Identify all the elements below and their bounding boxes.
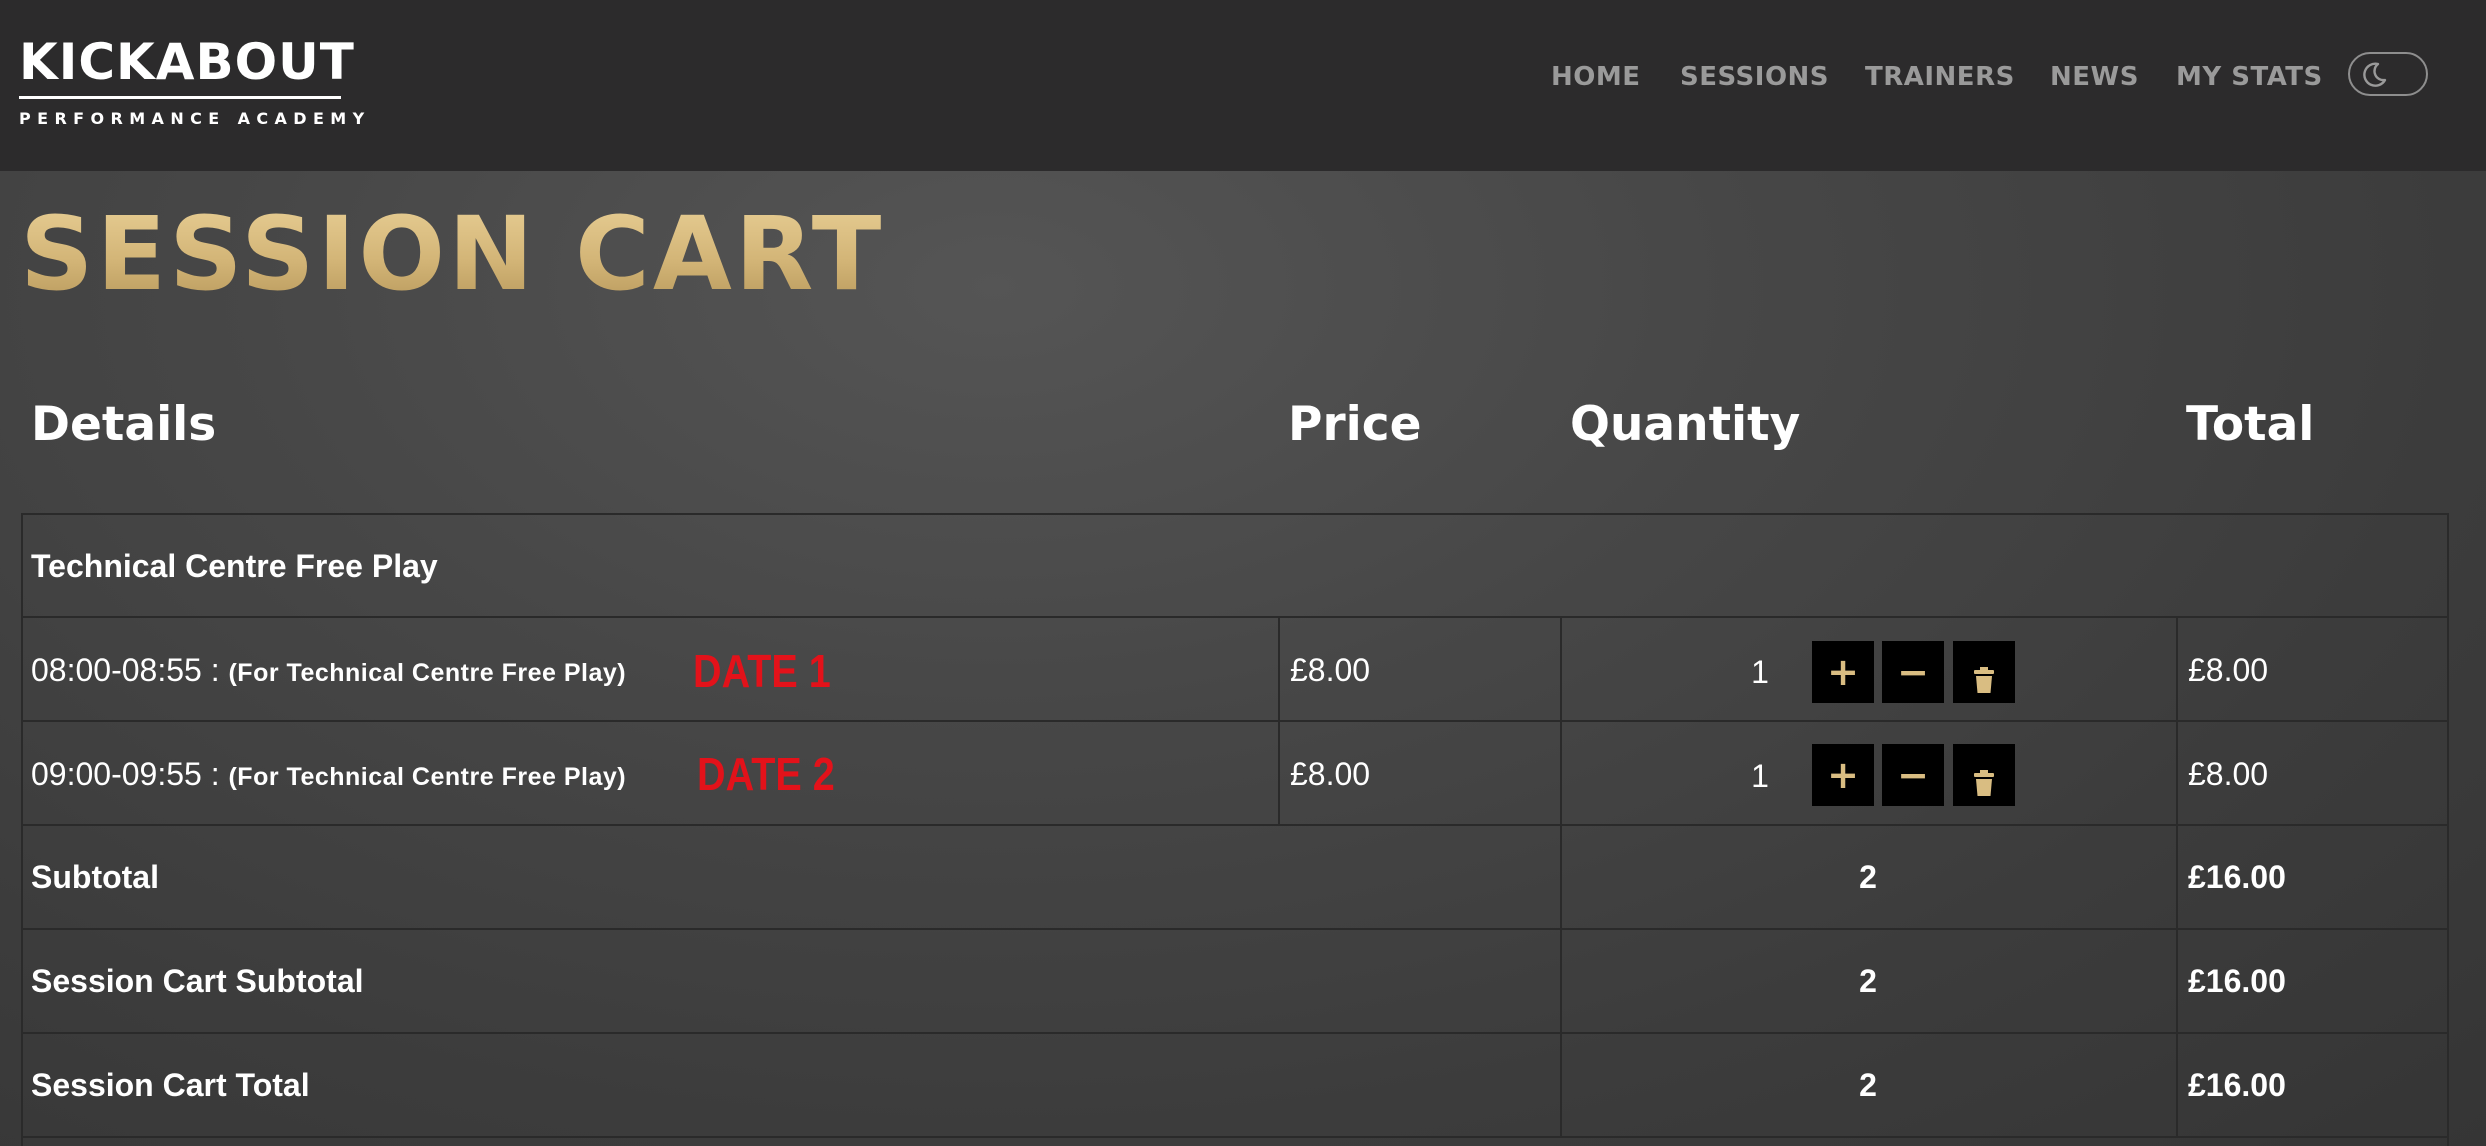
session-group-title: Technical Centre Free Play bbox=[31, 548, 438, 584]
plus-icon: + bbox=[1827, 650, 1859, 694]
column-header-total: Total bbox=[2186, 397, 2315, 452]
minus-icon: − bbox=[1897, 753, 1929, 797]
summary-label: Session Cart Total bbox=[31, 1067, 310, 1103]
summary-total: £16.00 bbox=[2188, 1067, 2286, 1103]
summary-quantity: 2 bbox=[1859, 1067, 1877, 1103]
session-time: 08:00-08:55 : (For Technical Centre Free… bbox=[31, 650, 626, 693]
row-price: £8.00 bbox=[1290, 652, 1371, 688]
site-header: KICKABOUT PERFORMANCE ACADEMY HOME SESSI… bbox=[0, 0, 2486, 171]
brand-tagline: PERFORMANCE ACADEMY bbox=[19, 109, 371, 128]
summary-total: £16.00 bbox=[2188, 963, 2286, 999]
table-divider bbox=[1560, 617, 1562, 1137]
row-price: £8.00 bbox=[1290, 756, 1371, 792]
row-total: £8.00 bbox=[2188, 652, 2269, 688]
nav-news[interactable]: NEWS bbox=[2050, 62, 2139, 98]
brand-name: KICKABOUT bbox=[19, 33, 355, 91]
session-time-range: 08:00-08:55 : bbox=[31, 652, 220, 688]
cart-table bbox=[21, 514, 2449, 1146]
table-divider bbox=[21, 824, 2449, 826]
row-quantity: 1 bbox=[1751, 654, 1769, 690]
nav-sessions[interactable]: SESSIONS bbox=[1680, 62, 1829, 98]
column-header-quantity: Quantity bbox=[1570, 397, 1801, 452]
session-time: 09:00-09:55 : (For Technical Centre Free… bbox=[31, 754, 626, 797]
row-total: £8.00 bbox=[2188, 756, 2269, 792]
trash-icon bbox=[1974, 770, 1994, 796]
row-quantity: 1 bbox=[1751, 758, 1769, 794]
nav-trainers[interactable]: TRAINERS bbox=[1865, 62, 2015, 98]
summary-quantity: 2 bbox=[1859, 963, 1877, 999]
plus-icon: + bbox=[1827, 753, 1859, 797]
nav-home[interactable]: HOME bbox=[1551, 62, 1641, 98]
session-name: (For Technical Centre Free Play) bbox=[228, 763, 627, 791]
minus-icon: − bbox=[1897, 650, 1929, 694]
table-divider bbox=[21, 1136, 2449, 1138]
date-annotation: DATE 2 bbox=[697, 748, 835, 800]
remove-item-button[interactable] bbox=[1953, 641, 2015, 703]
column-header-details: Details bbox=[31, 397, 217, 452]
table-divider bbox=[21, 720, 2449, 722]
increase-quantity-button[interactable]: + bbox=[1812, 744, 1874, 806]
moon-icon bbox=[2363, 62, 2387, 87]
table-divider bbox=[2176, 617, 2178, 1137]
remove-item-button[interactable] bbox=[1953, 744, 2015, 806]
trash-icon bbox=[1974, 667, 1994, 693]
logo-divider bbox=[19, 96, 341, 99]
nav-my-stats[interactable]: MY STATS bbox=[2176, 62, 2323, 98]
summary-total: £16.00 bbox=[2188, 859, 2286, 895]
column-header-price: Price bbox=[1288, 397, 1422, 452]
table-divider bbox=[21, 513, 2449, 515]
decrease-quantity-button[interactable]: − bbox=[1882, 641, 1944, 703]
date-annotation: DATE 1 bbox=[693, 645, 831, 697]
brand-logo[interactable]: KICKABOUT PERFORMANCE ACADEMY bbox=[19, 33, 371, 129]
summary-label: Subtotal bbox=[31, 859, 159, 895]
theme-toggle[interactable] bbox=[2348, 52, 2428, 96]
page-title: SESSION CART bbox=[20, 195, 885, 314]
summary-quantity: 2 bbox=[1859, 859, 1877, 895]
table-divider bbox=[1278, 617, 1280, 825]
summary-label: Session Cart Subtotal bbox=[31, 963, 364, 999]
table-divider bbox=[21, 616, 2449, 618]
session-name: (For Technical Centre Free Play) bbox=[228, 659, 627, 687]
table-divider bbox=[21, 928, 2449, 930]
increase-quantity-button[interactable]: + bbox=[1812, 641, 1874, 703]
table-divider bbox=[21, 1032, 2449, 1034]
decrease-quantity-button[interactable]: − bbox=[1882, 744, 1944, 806]
session-time-range: 09:00-09:55 : bbox=[31, 756, 220, 792]
